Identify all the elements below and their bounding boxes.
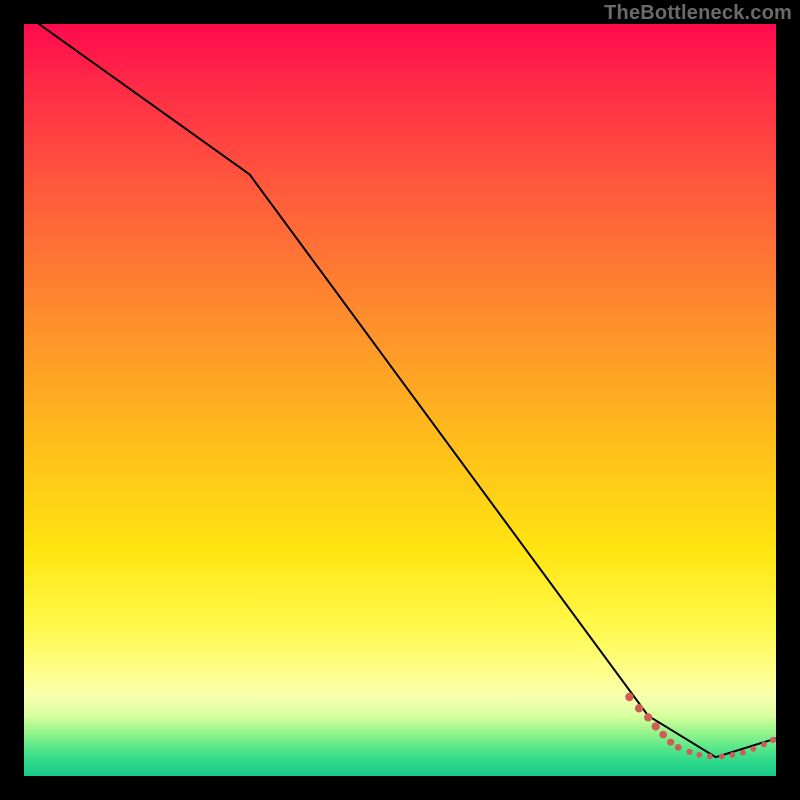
watermark-text: TheBottleneck.com: [604, 2, 792, 25]
plot-area: [24, 24, 776, 776]
background-gradient: [24, 24, 776, 776]
chart-frame: TheBottleneck.com: [0, 0, 800, 800]
